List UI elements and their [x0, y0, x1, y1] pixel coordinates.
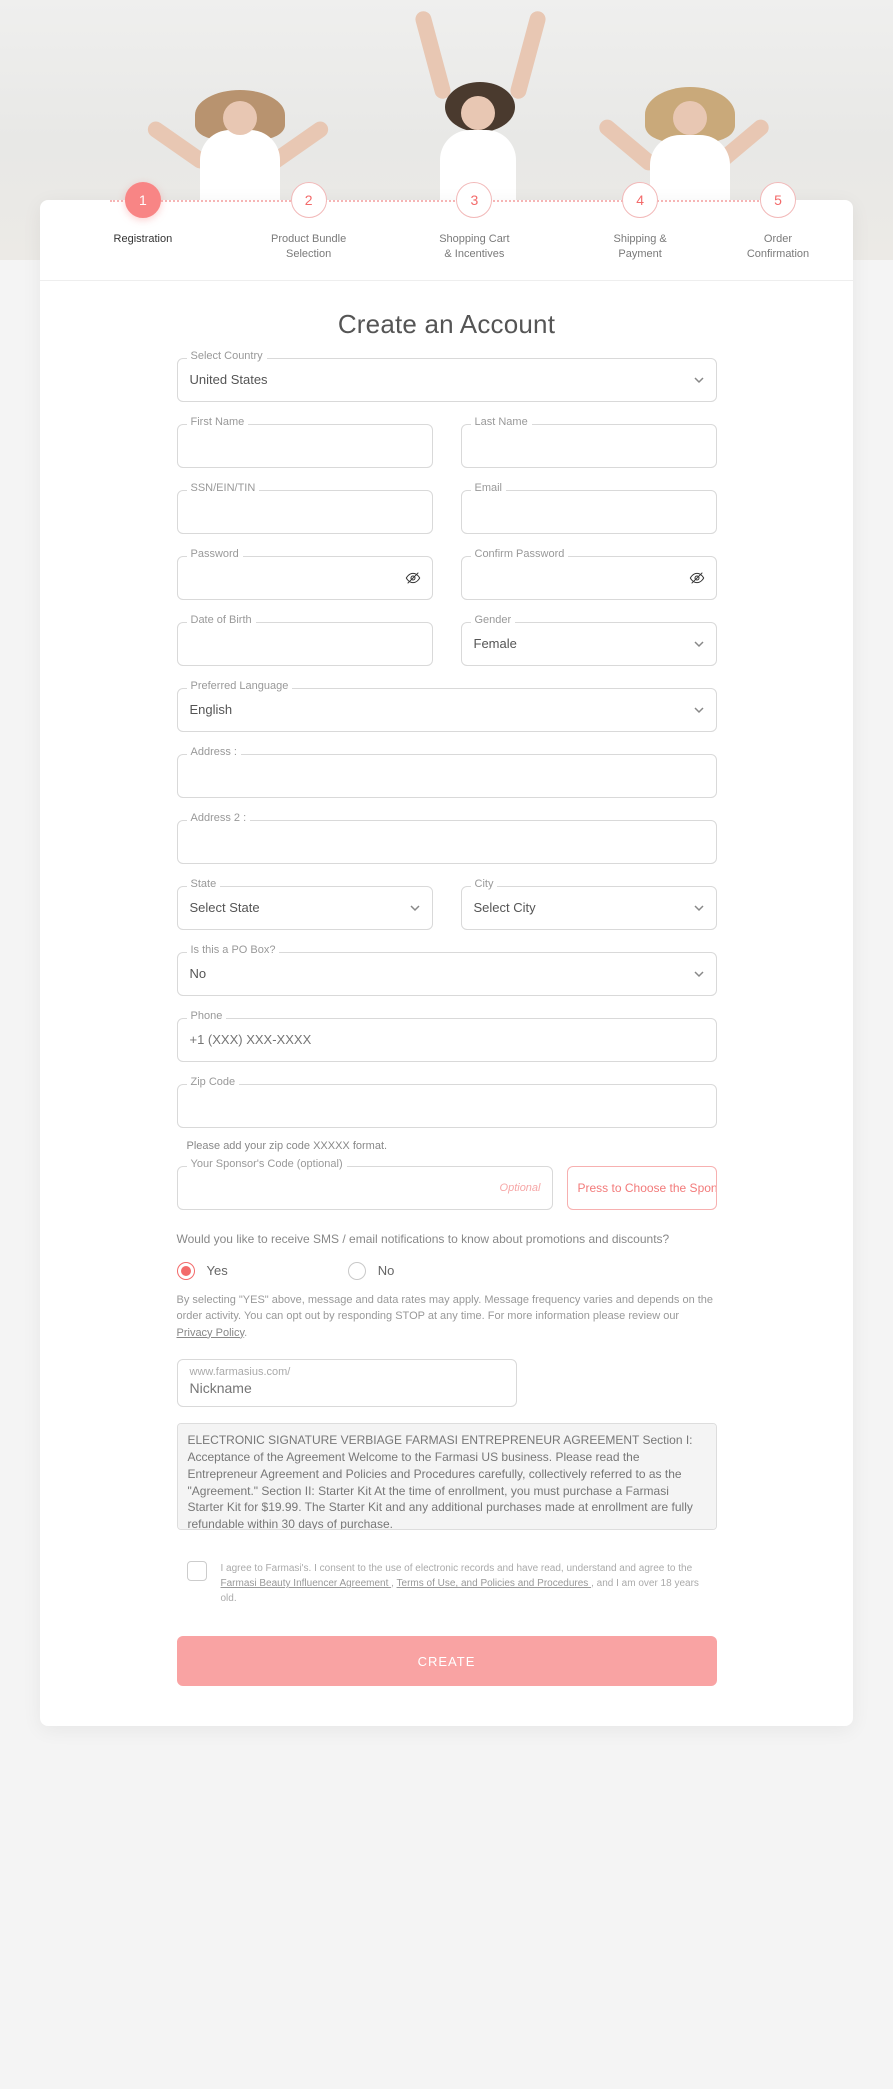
zip-input[interactable]: [177, 1084, 717, 1128]
step-bubble: 5: [760, 182, 796, 218]
notify-yes-radio[interactable]: Yes: [177, 1262, 228, 1280]
registration-card: 1Registration2Product BundleSelection3Sh…: [40, 200, 853, 1726]
email-label: Email: [471, 482, 507, 494]
password-input[interactable]: [177, 556, 433, 600]
ssn-label: SSN/EIN/TIN: [187, 482, 260, 494]
ssn-input[interactable]: [177, 490, 433, 534]
agreement-text[interactable]: [177, 1423, 717, 1530]
gender-label: Gender: [471, 614, 516, 626]
last-name-label: Last Name: [471, 416, 532, 428]
sponsor-label: Your Sponsor's Code (optional): [187, 1158, 347, 1170]
zip-helper: Please add your zip code XXXXX format.: [177, 1134, 717, 1152]
step-2: 2Product BundleSelection: [226, 200, 392, 262]
address-label: Address :: [187, 746, 241, 758]
country-field: Select Country United States: [177, 358, 717, 402]
first-name-input[interactable]: [177, 424, 433, 468]
page-title: Create an Account: [40, 309, 853, 340]
state-label: State: [187, 878, 221, 890]
password-label: Password: [187, 548, 243, 560]
step-3: 3Shopping Cart& Incentives: [392, 200, 558, 262]
choose-sponsor-button[interactable]: Press to Choose the Sponsor: [567, 1166, 717, 1210]
address-input[interactable]: [177, 754, 717, 798]
consent-checkbox[interactable]: [187, 1561, 207, 1581]
city-select[interactable]: Select City: [461, 886, 717, 930]
notify-fineprint: By selecting "YES" above, message and da…: [177, 1292, 717, 1342]
radio-selected-icon: [177, 1262, 195, 1280]
confirm-password-input[interactable]: [461, 556, 717, 600]
privacy-policy-link[interactable]: Privacy Policy: [177, 1327, 245, 1339]
nickname-prefix: www.farmasius.com/: [190, 1366, 504, 1378]
step-label: Shipping &Payment: [614, 232, 667, 262]
step-bubble: 4: [622, 182, 658, 218]
first-name-label: First Name: [187, 416, 249, 428]
progress-steps: 1Registration2Product BundleSelection3Sh…: [40, 200, 853, 281]
language-select[interactable]: English: [177, 688, 717, 732]
pobox-label: Is this a PO Box?: [187, 944, 280, 956]
radio-unselected-icon: [348, 1262, 366, 1280]
step-label: Registration: [114, 232, 173, 247]
language-label: Preferred Language: [187, 680, 293, 692]
step-label: Product BundleSelection: [271, 232, 346, 262]
influencer-agreement-link[interactable]: Farmasi Beauty Influencer Agreement: [221, 1578, 392, 1589]
notifications-question: Would you like to receive SMS / email no…: [177, 1230, 717, 1248]
country-label: Select Country: [187, 350, 267, 362]
step-label: Shopping Cart& Incentives: [439, 232, 509, 262]
nickname-input[interactable]: [190, 1378, 504, 1396]
zip-label: Zip Code: [187, 1076, 240, 1088]
sponsor-input[interactable]: [177, 1166, 553, 1210]
country-select[interactable]: United States: [177, 358, 717, 402]
consent-text: I agree to Farmasi's. I consent to the u…: [221, 1561, 707, 1606]
terms-link[interactable]: Terms of Use, and Policies and Procedure…: [397, 1578, 592, 1589]
eye-off-icon[interactable]: [689, 570, 705, 586]
step-label: OrderConfirmation: [747, 232, 809, 262]
nickname-field[interactable]: www.farmasius.com/: [177, 1359, 517, 1407]
last-name-input[interactable]: [461, 424, 717, 468]
dob-label: Date of Birth: [187, 614, 256, 626]
confirm-password-label: Confirm Password: [471, 548, 569, 560]
pobox-select[interactable]: No: [177, 952, 717, 996]
city-label: City: [471, 878, 498, 890]
state-select[interactable]: Select State: [177, 886, 433, 930]
address2-input[interactable]: [177, 820, 717, 864]
phone-input[interactable]: [177, 1018, 717, 1062]
dob-input[interactable]: [177, 622, 433, 666]
address2-label: Address 2 :: [187, 812, 251, 824]
step-1: 1Registration: [60, 200, 226, 262]
notify-no-radio[interactable]: No: [348, 1262, 395, 1280]
step-bubble: 3: [456, 182, 492, 218]
gender-select[interactable]: Female: [461, 622, 717, 666]
create-button[interactable]: CREATE: [177, 1636, 717, 1686]
step-5: 5OrderConfirmation: [723, 200, 833, 262]
step-4: 4Shipping &Payment: [557, 200, 723, 262]
eye-off-icon[interactable]: [405, 570, 421, 586]
step-bubble: 1: [125, 182, 161, 218]
phone-label: Phone: [187, 1010, 227, 1022]
email-input[interactable]: [461, 490, 717, 534]
registration-form: Select Country United States First Name …: [177, 358, 717, 1687]
step-bubble: 2: [291, 182, 327, 218]
